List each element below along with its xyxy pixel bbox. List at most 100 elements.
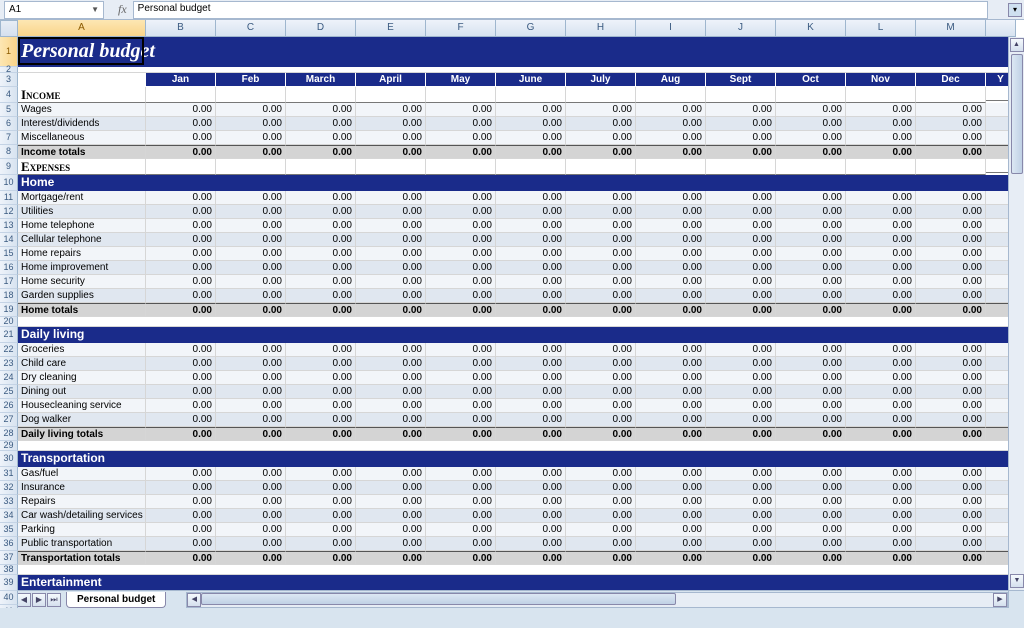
data-cell[interactable]: 0.00 bbox=[706, 509, 776, 523]
total-cell[interactable]: 0.00 bbox=[846, 427, 916, 441]
col-header-C[interactable]: C bbox=[216, 20, 286, 37]
data-cell[interactable]: 0.00 bbox=[286, 523, 356, 537]
data-cell[interactable]: 0.00 bbox=[846, 247, 916, 261]
data-label[interactable]: Mortgage/rent bbox=[18, 191, 146, 205]
data-cell[interactable]: 0.00 bbox=[356, 219, 426, 233]
data-cell[interactable]: 0.00 bbox=[916, 117, 986, 131]
data-cell[interactable]: 0.00 bbox=[776, 275, 846, 289]
data-cell[interactable]: 0.00 bbox=[636, 289, 706, 303]
data-cell[interactable]: 0.00 bbox=[216, 205, 286, 219]
total-cell[interactable]: 0.00 bbox=[146, 303, 216, 317]
data-cell[interactable]: 0.00 bbox=[496, 537, 566, 551]
data-cell[interactable]: 0.00 bbox=[846, 191, 916, 205]
data-cell[interactable]: 0.00 bbox=[636, 413, 706, 427]
data-cell[interactable]: 0.00 bbox=[426, 467, 496, 481]
data-cell[interactable]: 0.00 bbox=[566, 509, 636, 523]
data-cell[interactable]: 0.00 bbox=[916, 509, 986, 523]
data-cell[interactable]: 0.00 bbox=[916, 191, 986, 205]
data-cell[interactable]: 0.00 bbox=[216, 537, 286, 551]
total-cell[interactable]: 0.00 bbox=[916, 303, 986, 317]
data-cell[interactable]: 0.00 bbox=[846, 261, 916, 275]
total-cell[interactable]: 0.00 bbox=[426, 427, 496, 441]
tab-last-button[interactable]: ⏭ bbox=[47, 593, 61, 607]
data-cell[interactable]: 0.00 bbox=[776, 247, 846, 261]
month-header-june[interactable]: June bbox=[496, 73, 566, 87]
data-cell[interactable]: 0.00 bbox=[566, 247, 636, 261]
data-cell[interactable]: 0.00 bbox=[846, 399, 916, 413]
total-cell[interactable]: 0.00 bbox=[566, 427, 636, 441]
data-label[interactable]: Home improvement bbox=[18, 261, 146, 275]
data-cell[interactable]: 0.00 bbox=[426, 219, 496, 233]
data-cell[interactable]: 0.00 bbox=[146, 467, 216, 481]
data-cell[interactable]: 0.00 bbox=[916, 413, 986, 427]
data-cell[interactable]: 0.00 bbox=[636, 247, 706, 261]
data-cell[interactable]: 0.00 bbox=[636, 537, 706, 551]
total-cell[interactable]: 0.00 bbox=[286, 427, 356, 441]
month-header-may[interactable]: May bbox=[426, 73, 496, 87]
data-cell[interactable]: 0.00 bbox=[356, 233, 426, 247]
data-cell[interactable]: 0.00 bbox=[706, 117, 776, 131]
month-header-aug[interactable]: Aug bbox=[636, 73, 706, 87]
data-cell[interactable]: 0.00 bbox=[776, 103, 846, 117]
data-cell[interactable]: 0.00 bbox=[566, 399, 636, 413]
data-cell[interactable]: 0.00 bbox=[916, 289, 986, 303]
total-label[interactable]: Income totals bbox=[18, 145, 146, 159]
data-cell[interactable]: 0.00 bbox=[356, 385, 426, 399]
data-cell[interactable]: 0.00 bbox=[846, 205, 916, 219]
data-cell[interactable]: 0.00 bbox=[566, 523, 636, 537]
data-cell[interactable]: 0.00 bbox=[216, 509, 286, 523]
data-cell[interactable]: 0.00 bbox=[146, 247, 216, 261]
total-cell[interactable]: 0.00 bbox=[496, 145, 566, 159]
data-cell[interactable]: 0.00 bbox=[426, 289, 496, 303]
data-cell[interactable]: 0.00 bbox=[566, 219, 636, 233]
fx-icon[interactable]: fx bbox=[118, 2, 127, 17]
data-cell[interactable]: 0.00 bbox=[846, 385, 916, 399]
vertical-scrollbar[interactable]: ▲ ▼ bbox=[1008, 37, 1024, 590]
data-cell[interactable]: 0.00 bbox=[916, 399, 986, 413]
row-header-13[interactable]: 13 bbox=[0, 219, 18, 233]
data-cell[interactable]: 0.00 bbox=[146, 357, 216, 371]
data-cell[interactable]: 0.00 bbox=[356, 289, 426, 303]
total-cell[interactable]: 0.00 bbox=[636, 427, 706, 441]
data-cell[interactable]: 0.00 bbox=[146, 289, 216, 303]
data-cell[interactable]: 0.00 bbox=[286, 103, 356, 117]
month-header-july[interactable]: July bbox=[566, 73, 636, 87]
vscroll-track[interactable] bbox=[1009, 54, 1024, 579]
data-cell[interactable]: 0.00 bbox=[636, 467, 706, 481]
row-header-37[interactable]: 37 bbox=[0, 551, 18, 565]
data-cell[interactable]: 0.00 bbox=[426, 495, 496, 509]
data-cell[interactable]: 0.00 bbox=[846, 357, 916, 371]
row-header-12[interactable]: 12 bbox=[0, 205, 18, 219]
data-cell[interactable]: 0.00 bbox=[146, 261, 216, 275]
data-cell[interactable]: 0.00 bbox=[566, 481, 636, 495]
data-cell[interactable]: 0.00 bbox=[916, 385, 986, 399]
data-cell[interactable]: 0.00 bbox=[706, 371, 776, 385]
data-cell[interactable]: 0.00 bbox=[776, 117, 846, 131]
total-cell[interactable]: 0.00 bbox=[706, 551, 776, 565]
data-cell[interactable]: 0.00 bbox=[216, 275, 286, 289]
data-cell[interactable]: 0.00 bbox=[636, 399, 706, 413]
data-label[interactable]: Interest/dividends bbox=[18, 117, 146, 131]
data-cell[interactable]: 0.00 bbox=[496, 509, 566, 523]
total-cell[interactable]: 0.00 bbox=[706, 145, 776, 159]
tab-next-button[interactable]: ▶ bbox=[32, 593, 46, 607]
scroll-right-button[interactable]: ▶ bbox=[993, 593, 1007, 607]
data-cell[interactable]: 0.00 bbox=[286, 495, 356, 509]
data-cell[interactable]: 0.00 bbox=[496, 247, 566, 261]
data-cell[interactable]: 0.00 bbox=[706, 233, 776, 247]
data-cell[interactable]: 0.00 bbox=[496, 523, 566, 537]
data-cell[interactable]: 0.00 bbox=[146, 117, 216, 131]
data-cell[interactable]: 0.00 bbox=[636, 261, 706, 275]
col-header-F[interactable]: F bbox=[426, 20, 496, 37]
data-cell[interactable]: 0.00 bbox=[566, 205, 636, 219]
data-cell[interactable]: 0.00 bbox=[706, 399, 776, 413]
data-cell[interactable]: 0.00 bbox=[846, 289, 916, 303]
col-header-extra[interactable] bbox=[986, 20, 1016, 37]
grid[interactable]: Personal budgetJanFebMarchAprilMayJuneJu… bbox=[18, 37, 1008, 590]
data-cell[interactable]: 0.00 bbox=[776, 357, 846, 371]
data-cell[interactable]: 0.00 bbox=[426, 103, 496, 117]
data-cell[interactable]: 0.00 bbox=[496, 261, 566, 275]
row-header-41[interactable]: 41 bbox=[0, 605, 18, 608]
data-cell[interactable]: 0.00 bbox=[146, 371, 216, 385]
row-header-14[interactable]: 14 bbox=[0, 233, 18, 247]
